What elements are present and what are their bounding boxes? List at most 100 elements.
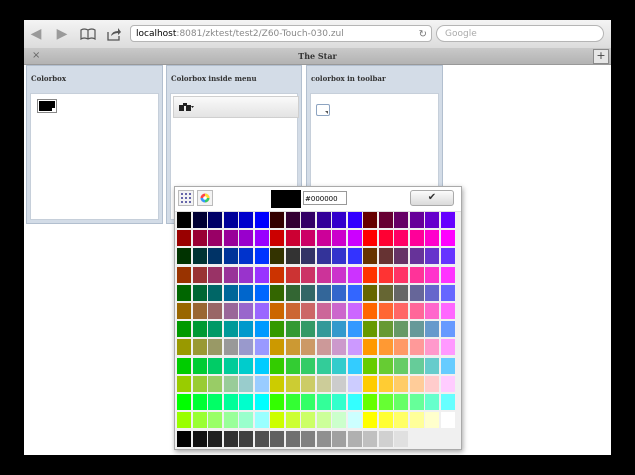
color-swatch-cell[interactable] bbox=[285, 230, 300, 247]
color-swatch-cell[interactable] bbox=[394, 212, 408, 228]
color-swatch-cell[interactable] bbox=[254, 248, 269, 265]
color-swatch-cell[interactable] bbox=[363, 284, 377, 301]
color-swatch-cell[interactable] bbox=[409, 303, 424, 319]
color-swatch-cell[interactable] bbox=[301, 412, 315, 429]
color-swatch-cell[interactable] bbox=[192, 375, 207, 392]
color-swatch-cell[interactable] bbox=[409, 357, 424, 374]
color-swatch-cell[interactable] bbox=[285, 412, 300, 429]
color-swatch-cell[interactable] bbox=[301, 357, 315, 374]
color-swatch-cell[interactable] bbox=[425, 284, 439, 301]
color-swatch-cell[interactable] bbox=[363, 266, 377, 283]
color-swatch-cell[interactable] bbox=[177, 266, 191, 283]
color-swatch-cell[interactable] bbox=[270, 321, 284, 338]
color-swatch-cell[interactable] bbox=[208, 321, 222, 338]
color-swatch-cell[interactable] bbox=[332, 284, 346, 301]
color-swatch-cell[interactable] bbox=[254, 394, 269, 410]
color-swatch-cell[interactable] bbox=[270, 394, 284, 410]
palette-grid-icon[interactable] bbox=[178, 190, 194, 206]
gray-swatch-cell[interactable] bbox=[285, 431, 300, 448]
color-swatch-cell[interactable] bbox=[347, 375, 362, 392]
color-swatch-cell[interactable] bbox=[347, 266, 362, 283]
color-swatch-cell[interactable] bbox=[223, 248, 238, 265]
color-swatch-cell[interactable] bbox=[223, 394, 238, 410]
color-swatch-cell[interactable] bbox=[363, 375, 377, 392]
color-swatch-cell[interactable] bbox=[285, 375, 300, 392]
color-swatch-cell[interactable] bbox=[285, 321, 300, 338]
color-swatch-cell[interactable] bbox=[347, 212, 362, 228]
color-swatch-cell[interactable] bbox=[239, 357, 253, 374]
color-swatch-cell[interactable] bbox=[347, 284, 362, 301]
color-swatch-cell[interactable] bbox=[270, 266, 284, 283]
color-swatch-cell[interactable] bbox=[254, 321, 269, 338]
color-wheel-icon[interactable] bbox=[197, 190, 213, 206]
color-swatch-cell[interactable] bbox=[192, 230, 207, 247]
color-swatch-cell[interactable] bbox=[332, 394, 346, 410]
color-swatch-cell[interactable] bbox=[409, 375, 424, 392]
color-swatch-cell[interactable] bbox=[409, 248, 424, 265]
color-swatch-cell[interactable] bbox=[378, 394, 393, 410]
color-swatch-cell[interactable] bbox=[347, 394, 362, 410]
hex-input[interactable]: #000000 bbox=[303, 191, 347, 205]
color-swatch-cell[interactable] bbox=[177, 357, 191, 374]
gray-swatch-cell[interactable] bbox=[332, 431, 346, 448]
color-swatch-cell[interactable] bbox=[363, 357, 377, 374]
color-swatch-cell[interactable] bbox=[332, 266, 346, 283]
color-swatch-cell[interactable] bbox=[363, 248, 377, 265]
color-swatch-cell[interactable] bbox=[332, 303, 346, 319]
color-swatch-cell[interactable] bbox=[409, 230, 424, 247]
colorbox-button[interactable] bbox=[37, 99, 57, 113]
color-swatch-cell[interactable] bbox=[363, 230, 377, 247]
color-swatch-cell[interactable] bbox=[394, 394, 408, 410]
color-swatch-cell[interactable] bbox=[409, 394, 424, 410]
color-swatch-cell[interactable] bbox=[409, 212, 424, 228]
color-swatch-cell[interactable] bbox=[301, 321, 315, 338]
color-swatch-cell[interactable] bbox=[316, 230, 331, 247]
color-swatch-cell[interactable] bbox=[239, 230, 253, 247]
color-swatch-cell[interactable] bbox=[270, 212, 284, 228]
color-swatch-cell[interactable] bbox=[363, 303, 377, 319]
gray-swatch-cell[interactable] bbox=[177, 431, 191, 448]
color-swatch-cell[interactable] bbox=[316, 266, 331, 283]
color-swatch-cell[interactable] bbox=[409, 284, 424, 301]
color-swatch-cell[interactable] bbox=[394, 339, 408, 356]
color-swatch-cell[interactable] bbox=[270, 303, 284, 319]
color-swatch-cell[interactable] bbox=[425, 357, 439, 374]
color-swatch-cell[interactable] bbox=[270, 284, 284, 301]
color-swatch-cell[interactable] bbox=[223, 339, 238, 356]
color-swatch-cell[interactable] bbox=[254, 230, 269, 247]
color-swatch-cell[interactable] bbox=[239, 284, 253, 301]
color-swatch-cell[interactable] bbox=[332, 248, 346, 265]
color-swatch-cell[interactable] bbox=[208, 266, 222, 283]
color-swatch-cell[interactable] bbox=[316, 303, 331, 319]
color-swatch-cell[interactable] bbox=[270, 248, 284, 265]
color-swatch-cell[interactable] bbox=[177, 394, 191, 410]
color-swatch-cell[interactable] bbox=[440, 375, 455, 392]
color-swatch-cell[interactable] bbox=[177, 248, 191, 265]
color-swatch-cell[interactable] bbox=[440, 321, 455, 338]
color-swatch-cell[interactable] bbox=[394, 266, 408, 283]
color-swatch-cell[interactable] bbox=[192, 321, 207, 338]
color-swatch-cell[interactable] bbox=[208, 230, 222, 247]
color-swatch-cell[interactable] bbox=[177, 339, 191, 356]
color-swatch-cell[interactable] bbox=[192, 284, 207, 301]
color-swatch-cell[interactable] bbox=[208, 212, 222, 228]
menu-button[interactable] bbox=[178, 102, 194, 114]
color-swatch-cell[interactable] bbox=[394, 375, 408, 392]
color-swatch-cell[interactable] bbox=[177, 375, 191, 392]
color-swatch-cell[interactable] bbox=[440, 248, 455, 265]
gray-swatch-cell[interactable] bbox=[192, 431, 207, 448]
gray-swatch-cell[interactable] bbox=[363, 431, 377, 448]
color-swatch-cell[interactable] bbox=[363, 212, 377, 228]
color-swatch-cell[interactable] bbox=[254, 303, 269, 319]
color-swatch-cell[interactable] bbox=[425, 303, 439, 319]
gray-swatch-cell[interactable] bbox=[347, 431, 362, 448]
color-swatch-cell[interactable] bbox=[316, 284, 331, 301]
color-swatch-cell[interactable] bbox=[394, 284, 408, 301]
gray-swatch-cell[interactable] bbox=[301, 431, 315, 448]
gray-swatch-cell[interactable] bbox=[316, 431, 331, 448]
gray-swatch-cell[interactable] bbox=[223, 431, 238, 448]
ok-button[interactable]: ✔ bbox=[410, 190, 454, 206]
color-swatch-cell[interactable] bbox=[177, 284, 191, 301]
color-swatch-cell[interactable] bbox=[239, 212, 253, 228]
color-swatch-cell[interactable] bbox=[316, 248, 331, 265]
